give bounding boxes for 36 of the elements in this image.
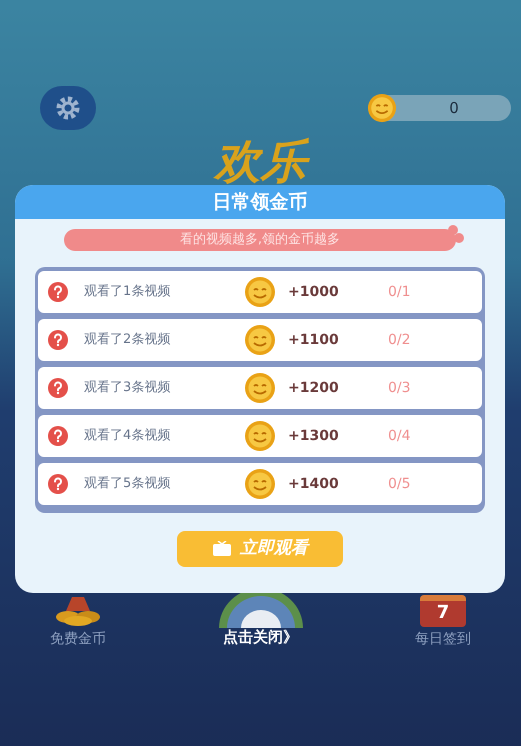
task-label: 观看了4条视频 bbox=[84, 427, 172, 446]
smiley-coin-icon bbox=[244, 372, 276, 404]
coin-balance: 0 bbox=[448, 98, 460, 119]
task-reward: +1000 bbox=[288, 282, 340, 302]
close-hint[interactable]: 点击关闭》 bbox=[223, 626, 298, 648]
smiley-coin-icon bbox=[244, 420, 276, 452]
task-progress: 0/5 bbox=[388, 474, 411, 494]
help-icon[interactable] bbox=[48, 330, 68, 350]
settings-button[interactable] bbox=[40, 86, 96, 130]
task-reward: +1300 bbox=[288, 426, 340, 446]
task-label: 观看了3条视频 bbox=[84, 379, 172, 398]
tv-icon bbox=[212, 541, 232, 557]
task-progress: 0/3 bbox=[388, 378, 411, 398]
task-label: 观看了5条视频 bbox=[84, 475, 172, 494]
settings-icon bbox=[55, 95, 81, 121]
smiley-coin-icon bbox=[367, 93, 397, 123]
task-reward: +1100 bbox=[288, 330, 340, 350]
smiley-coin-icon bbox=[244, 468, 276, 500]
calendar-day: 7 bbox=[436, 601, 450, 625]
help-icon[interactable] bbox=[48, 474, 68, 494]
task-progress: 0/2 bbox=[388, 330, 411, 350]
nav-label[interactable]: 每日签到 bbox=[415, 629, 471, 650]
task-progress: 0/4 bbox=[388, 426, 411, 446]
dialog-title: 日常领金币 bbox=[212, 190, 308, 215]
smiley-coin-icon bbox=[244, 276, 276, 308]
subtitle-text: 看的视频越多,领的金币越多 bbox=[180, 231, 340, 250]
task-progress: 0/1 bbox=[388, 282, 411, 302]
task-reward: +1200 bbox=[288, 378, 340, 398]
task-label: 观看了2条视频 bbox=[84, 331, 172, 350]
smiley-coin-icon bbox=[244, 324, 276, 356]
task-reward: +1400 bbox=[288, 474, 340, 494]
task-label: 观看了1条视频 bbox=[84, 283, 172, 302]
help-icon[interactable] bbox=[48, 426, 68, 446]
nav-label[interactable]: 免费金币 bbox=[50, 629, 106, 650]
help-icon[interactable] bbox=[48, 282, 68, 302]
help-icon[interactable] bbox=[48, 378, 68, 398]
